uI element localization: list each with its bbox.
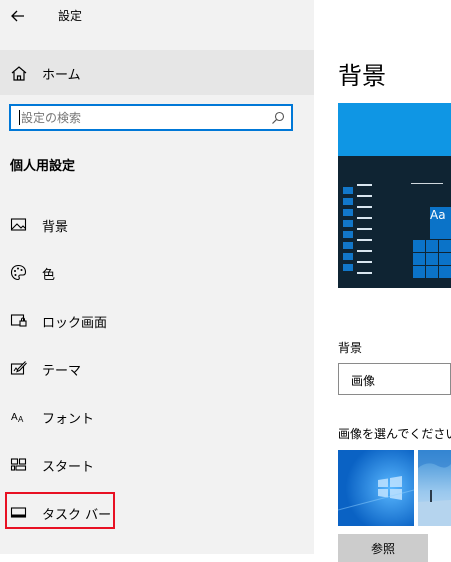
theme-brush-icon <box>10 361 27 375</box>
picture-thumbnail-beach[interactable] <box>418 450 451 526</box>
sidebar-item-start[interactable]: スタート <box>0 444 314 484</box>
sidebar-item-label: テーマ <box>42 364 82 379</box>
background-type-dropdown[interactable]: 画像 <box>338 363 451 395</box>
sidebar-item-background[interactable]: 背景 <box>0 204 314 244</box>
sidebar-item-label: フォント <box>42 412 95 427</box>
sidebar-item-label: スタート <box>42 460 95 475</box>
sidebar-item-colors[interactable]: 色 <box>0 252 314 292</box>
desktop-preview <box>338 103 451 288</box>
palette-icon <box>10 264 27 281</box>
preview-separator <box>411 183 443 184</box>
search-box[interactable] <box>9 104 293 131</box>
svg-text:A: A <box>11 412 18 423</box>
preview-tile <box>343 242 353 249</box>
preview-tile <box>426 240 438 252</box>
preview-tile <box>426 253 438 265</box>
preview-list-line <box>357 184 372 186</box>
back-arrow-icon[interactable] <box>6 4 30 28</box>
section-title: 個人用設定 <box>10 159 76 174</box>
home-nav-item[interactable]: ホーム <box>0 50 314 95</box>
preview-tile <box>439 266 451 278</box>
font-icon: A A <box>11 412 24 424</box>
page-title: 背景 <box>338 62 386 90</box>
preview-tile <box>343 187 353 194</box>
beach-image <box>418 450 451 526</box>
start-tiles-icon <box>10 458 27 471</box>
preview-tile <box>439 253 451 265</box>
title-bar: 設定 <box>0 0 314 32</box>
sidebar-item-label: ロック画面 <box>42 316 108 331</box>
preview-tile <box>343 264 353 271</box>
sidebar-item-fonts[interactable]: A A フォント <box>0 396 314 436</box>
preview-tile <box>426 266 438 278</box>
windows-hero-image <box>338 450 414 526</box>
background-type-label: 背景 <box>338 341 363 355</box>
picture-icon <box>10 218 27 231</box>
dropdown-selected-value: 画像 <box>351 374 376 388</box>
preview-list-line <box>357 228 372 230</box>
sidebar-item-label: 背景 <box>42 220 69 235</box>
preview-wallpaper <box>338 103 451 156</box>
choose-picture-label: 画像を選んでください <box>338 427 451 441</box>
svg-text:A: A <box>18 415 24 424</box>
home-label: ホーム <box>42 68 81 83</box>
preview-tile <box>439 240 451 252</box>
browse-button[interactable]: 参照 <box>338 534 428 562</box>
search-input[interactable] <box>21 109 261 127</box>
preview-tile <box>343 253 353 260</box>
preview-list-line <box>357 217 372 219</box>
preview-list-line <box>357 239 372 241</box>
sidebar-item-label: 色 <box>42 268 56 283</box>
preview-list-line <box>357 261 372 263</box>
preview-tile <box>343 231 353 238</box>
preview-list-line <box>357 206 372 208</box>
search-icon[interactable] <box>271 111 285 125</box>
preview-tile <box>343 209 353 216</box>
sidebar-item-lock-screen[interactable]: ロック画面 <box>0 300 314 340</box>
preview-list-line <box>357 250 372 252</box>
home-icon <box>11 66 27 81</box>
settings-sidebar: 設定 ホーム 個人用設定 背景 色 <box>0 0 314 554</box>
main-content: 背景 Aa 背景 画像 画像を選んでください 参照 <box>314 0 451 562</box>
preview-list-line <box>357 195 372 197</box>
picture-thumbnail-windows[interactable] <box>338 450 414 526</box>
sidebar-item-themes[interactable]: テーマ <box>0 348 314 388</box>
preview-tile <box>343 198 353 205</box>
lock-screen-icon <box>10 314 27 327</box>
preview-tile <box>413 240 425 252</box>
text-caret <box>19 110 20 125</box>
window-title: 設定 <box>58 9 83 23</box>
preview-list-line <box>357 272 372 274</box>
preview-tile <box>413 266 425 278</box>
highlight-annotation <box>5 492 115 529</box>
preview-tile <box>343 220 353 227</box>
preview-tile <box>413 253 425 265</box>
preview-sample-text: Aa <box>430 208 446 222</box>
